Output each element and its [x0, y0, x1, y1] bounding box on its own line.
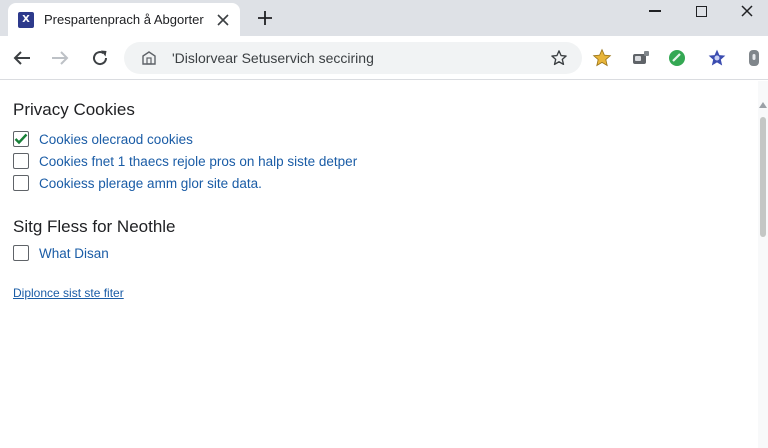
reload-icon [93, 50, 108, 66]
site-option-label[interactable]: What Disan [39, 246, 109, 261]
site-info-icon[interactable] [140, 49, 158, 67]
maximize-button[interactable] [678, 0, 724, 22]
privacy-option-3[interactable]: Cookiess plerage amm glor site data. [13, 174, 262, 192]
active-tab[interactable]: X Prespartenprach å Abgorter [8, 3, 240, 36]
extension-star-icon[interactable] [591, 47, 613, 69]
browser-toolbar: 'Dislorvear Setuservich secciring [0, 36, 768, 80]
scroll-up-icon[interactable] [759, 101, 767, 109]
tab-favicon-icon: X [18, 11, 34, 28]
vertical-scrollbar[interactable] [758, 81, 768, 448]
url-text[interactable]: 'Dislorvear Setuservich secciring [172, 50, 548, 66]
extension-green-icon[interactable] [666, 47, 688, 69]
back-button[interactable] [10, 46, 34, 70]
window-close-button[interactable] [724, 0, 768, 22]
privacy-option-label[interactable]: Cookies olecraod cookies [39, 132, 193, 147]
tab-title: Prespartenprach å Abgorter [44, 12, 204, 27]
checkmark-icon [14, 133, 28, 145]
window-close-icon [741, 5, 753, 17]
settings-page: Privacy Cookies Cookies olecraod cookies… [0, 81, 768, 448]
bookmark-star-icon[interactable] [548, 47, 570, 69]
extension-camera-icon[interactable] [630, 47, 652, 69]
privacy-option-label[interactable]: Cookiess plerage amm glor site data. [39, 176, 262, 191]
minimize-button[interactable] [632, 0, 678, 22]
new-tab-button[interactable] [254, 7, 276, 29]
minimize-icon [649, 10, 661, 12]
tab-close-icon[interactable] [214, 11, 232, 29]
reload-button[interactable] [88, 46, 112, 70]
privacy-checkbox-2[interactable] [13, 153, 29, 169]
privacy-option-2[interactable]: Cookies fnet 1 thaecs rejole pros on hal… [13, 152, 357, 170]
extension-blue-star-icon[interactable] [706, 47, 728, 69]
scrollbar-thumb[interactable] [760, 117, 766, 237]
privacy-option-1[interactable]: Cookies olecraod cookies [13, 130, 193, 148]
site-filter-link[interactable]: Diplonce sist ste fiter [13, 286, 124, 300]
privacy-checkbox-3[interactable] [13, 175, 29, 191]
tab-strip: X Prespartenprach å Abgorter [0, 0, 768, 36]
site-checkbox-1[interactable] [13, 245, 29, 261]
privacy-checkbox-1[interactable] [13, 131, 29, 147]
back-arrow-icon [13, 51, 30, 65]
plus-icon [258, 11, 272, 25]
forward-button[interactable] [48, 46, 72, 70]
maximize-icon [695, 5, 707, 17]
extension-lock-icon[interactable] [743, 47, 765, 69]
privacy-cookies-heading: Privacy Cookies [13, 100, 135, 119]
site-option-1[interactable]: What Disan [13, 244, 109, 262]
address-bar[interactable]: 'Dislorvear Setuservich secciring [124, 42, 582, 74]
site-section-heading: Sitg Fless for Neothle [13, 217, 176, 236]
forward-arrow-icon [52, 51, 69, 65]
privacy-option-label[interactable]: Cookies fnet 1 thaecs rejole pros on hal… [39, 154, 357, 169]
